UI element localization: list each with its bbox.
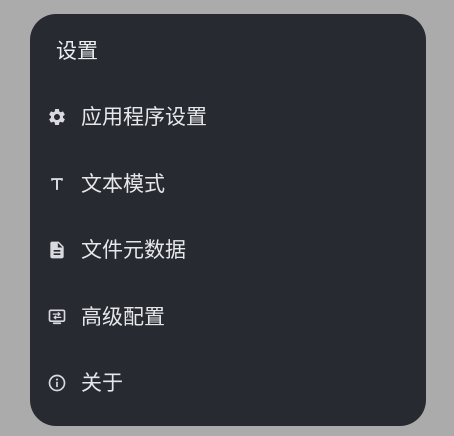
menu-item-text-mode[interactable]: 文本模式 bbox=[30, 155, 426, 213]
menu-item-advanced-config[interactable]: 高级配置 bbox=[30, 288, 426, 346]
menu-item-about[interactable]: 关于 bbox=[30, 354, 426, 412]
menu-item-app-settings[interactable]: 应用程序设置 bbox=[30, 88, 426, 146]
menu-item-label: 文本模式 bbox=[81, 172, 165, 196]
text-format-icon bbox=[45, 172, 69, 196]
gear-icon bbox=[45, 105, 69, 129]
menu-item-label: 应用程序设置 bbox=[81, 105, 207, 129]
document-icon bbox=[45, 238, 69, 262]
advanced-config-icon bbox=[45, 305, 69, 329]
info-icon bbox=[45, 371, 69, 395]
settings-menu: 设置 应用程序设置 文本模式 文件元数据 高级配置 关于 bbox=[30, 14, 426, 426]
menu-item-file-metadata[interactable]: 文件元数据 bbox=[30, 221, 426, 279]
menu-item-label: 高级配置 bbox=[81, 305, 165, 329]
menu-item-label: 关于 bbox=[81, 371, 123, 395]
menu-title: 设置 bbox=[56, 39, 98, 63]
menu-item-label: 文件元数据 bbox=[81, 238, 186, 262]
